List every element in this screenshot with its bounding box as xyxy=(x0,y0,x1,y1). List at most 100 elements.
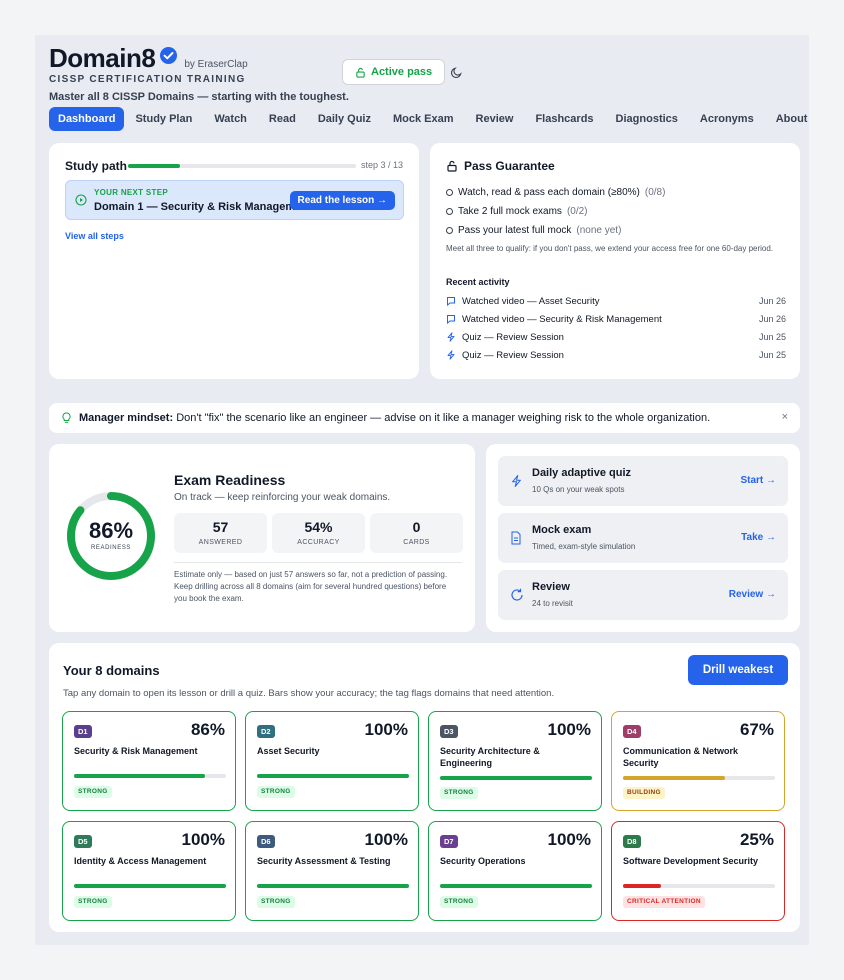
domain-card-d2[interactable]: D2 100% Asset Security STRONG xyxy=(245,711,419,811)
mock-exam-action[interactable]: Mock exam Timed, exam-style simulation T… xyxy=(498,513,788,563)
next-step-box[interactable]: YOUR NEXT STEP Domain 1 — Security & Ris… xyxy=(65,180,404,220)
domain-accuracy: 100% xyxy=(547,830,591,849)
activity-row: Watched video — Asset Security Jun 26 xyxy=(446,292,786,310)
recent-activity-label: Recent activity xyxy=(446,277,510,287)
activity-date: Jun 26 xyxy=(758,314,786,324)
header: Domain8 by EraserClap CISSP CERTIFICATIO… xyxy=(49,43,795,105)
requirement-status: (0/8) xyxy=(644,187,666,198)
activity-text: Watched video — Asset Security xyxy=(462,295,600,307)
tab-read[interactable]: Read xyxy=(258,107,307,131)
activity-date: Jun 26 xyxy=(758,296,786,306)
quick-actions-card: Daily adaptive quiz 10 Qs on your weak s… xyxy=(486,444,800,632)
next-step-title: Domain 1 — Security & Risk Management xyxy=(94,201,312,213)
tab-diagnostics[interactable]: Diagnostics xyxy=(605,107,689,131)
domain-card-d3[interactable]: D3 100% Security Architecture & Engineerin… xyxy=(428,711,602,811)
guarantee-note: Meet all three to qualify: if you don't … xyxy=(446,244,774,253)
close-icon[interactable]: × xyxy=(782,411,788,423)
domain-accuracy-fill xyxy=(74,884,226,888)
domain-name: Identity & Access Management xyxy=(74,856,207,866)
take-mock-link[interactable]: Take → xyxy=(741,532,776,543)
tab-dashboard[interactable]: Dashboard xyxy=(49,107,125,131)
active-pass-button[interactable]: Active pass xyxy=(342,59,446,85)
activity-date: Jun 25 xyxy=(758,332,786,342)
bolt-icon xyxy=(512,475,521,487)
action-title: Mock exam xyxy=(532,524,592,536)
domain-accuracy: 100% xyxy=(181,830,225,849)
domain-card-d1[interactable]: D1 86% Security & Risk Management STRONG xyxy=(62,711,236,811)
document-icon xyxy=(511,531,521,545)
domain-accuracy-fill xyxy=(257,884,409,888)
activity-text: Watched video — Security & Risk Manageme… xyxy=(462,313,662,325)
domain-status-tag: BUILDING xyxy=(623,787,665,799)
stat-label: ACCURACY xyxy=(297,539,340,546)
domain-code-badge: D6 xyxy=(257,835,275,848)
stat-cards: 0 CARDS xyxy=(370,513,463,553)
action-subtitle: 24 to revisit xyxy=(532,599,573,608)
domain-card-d7[interactable]: D7 100% Security Operations STRONG xyxy=(428,821,602,921)
tab-about-the-exam[interactable]: About the Exam xyxy=(765,107,809,131)
moon-icon xyxy=(450,66,462,78)
domain-name: Security Assessment & Testing xyxy=(257,856,391,866)
domains-title: Your 8 domains xyxy=(63,663,160,678)
domain-status-tag: STRONG xyxy=(440,787,478,799)
activity-row: Quiz — Review Session Jun 25 xyxy=(446,328,786,346)
tab-flashcards[interactable]: Flashcards xyxy=(524,107,604,131)
domain-accuracy-fill xyxy=(440,884,592,888)
requirement-item: Take 2 full mock exams (0/2) xyxy=(446,202,786,221)
divider xyxy=(174,562,462,563)
pass-guarantee-header: Pass Guarantee xyxy=(446,159,555,173)
domain-accuracy: 100% xyxy=(364,830,408,849)
domain-accuracy: 100% xyxy=(547,720,591,739)
domain-card-d6[interactable]: D6 100% Security Assessment & Testing STRON… xyxy=(245,821,419,921)
tab-mock-exam[interactable]: Mock Exam xyxy=(382,107,465,131)
requirement-status: (none yet) xyxy=(576,225,622,236)
domain-card-d8[interactable]: D8 25% Software Development Security CRITIC… xyxy=(611,821,785,921)
domain-accuracy-fill xyxy=(623,884,661,888)
drill-weakest-button[interactable]: Drill weakest xyxy=(688,655,788,685)
tab-daily-quiz[interactable]: Daily Quiz xyxy=(307,107,382,131)
domain-accuracy-bar xyxy=(257,884,409,888)
readiness-label: READINESS xyxy=(90,545,132,551)
study-path-label: Study path xyxy=(65,159,127,173)
read-lesson-button[interactable]: Read the lesson → xyxy=(289,191,395,210)
domain-code-badge: D3 xyxy=(440,725,458,738)
stat-accuracy: 54% ACCURACY xyxy=(272,513,365,553)
view-all-steps-link[interactable]: View all steps xyxy=(65,231,124,241)
tab-acronyms[interactable]: Acronyms xyxy=(689,107,765,131)
bolt-icon xyxy=(447,350,455,360)
daily-quiz-action[interactable]: Daily adaptive quiz 10 Qs on your weak s… xyxy=(498,456,788,506)
stat-value: 54% xyxy=(304,519,333,535)
requirements-list: Watch, read & pass each domain (≥80%) (0/… xyxy=(446,183,786,240)
domain-code-badge: D1 xyxy=(74,725,92,738)
domain-accuracy-bar xyxy=(74,774,226,778)
domain-accuracy: 25% xyxy=(739,830,774,849)
review-link[interactable]: Review → xyxy=(729,589,776,600)
tab-review[interactable]: Review xyxy=(465,107,525,131)
stat-value: 57 xyxy=(212,519,229,535)
domain-card-d4[interactable]: D4 67% Communication & Network Security BUI… xyxy=(611,711,785,811)
domain-accuracy-fill xyxy=(623,776,725,780)
requirement-text: Take 2 full mock exams xyxy=(458,206,562,217)
brand-byline: by EraserClap xyxy=(184,59,248,70)
domain-status-tag: STRONG xyxy=(74,786,112,798)
readiness-stats: 57 ANSWERED 54% ACCURACY 0 CARDS xyxy=(174,513,463,553)
tab-watch[interactable]: Watch xyxy=(203,107,258,131)
study-path-card: Study path step 3 / 13 YOUR NEXT STEP Do… xyxy=(49,143,419,379)
domain-code-badge: D4 xyxy=(623,725,641,738)
stat-answered: 57 ANSWERED xyxy=(174,513,267,553)
mindset-message: Don't "fix" the scenario like an enginee… xyxy=(176,412,711,424)
domain-code-badge: D5 xyxy=(74,835,92,848)
stat-label: ANSWERED xyxy=(198,539,243,546)
review-action[interactable]: Review 24 to revisit Review → xyxy=(498,570,788,620)
domain-accuracy-bar xyxy=(440,776,592,780)
tab-study-plan[interactable]: Study Plan xyxy=(124,107,203,131)
start-quiz-link[interactable]: Start → xyxy=(740,475,776,486)
domain-status-tag: STRONG xyxy=(74,896,112,908)
domain-name: Security Operations xyxy=(440,856,526,866)
theme-toggle-button[interactable] xyxy=(443,59,469,85)
empty-circle-icon xyxy=(446,189,453,196)
domain-card-d5[interactable]: D5 100% Identity & Access Management STRONG xyxy=(62,821,236,921)
domain-status-tag: STRONG xyxy=(257,786,295,798)
domain-name: Asset Security xyxy=(257,746,320,756)
readiness-title: Exam Readiness xyxy=(174,472,286,488)
